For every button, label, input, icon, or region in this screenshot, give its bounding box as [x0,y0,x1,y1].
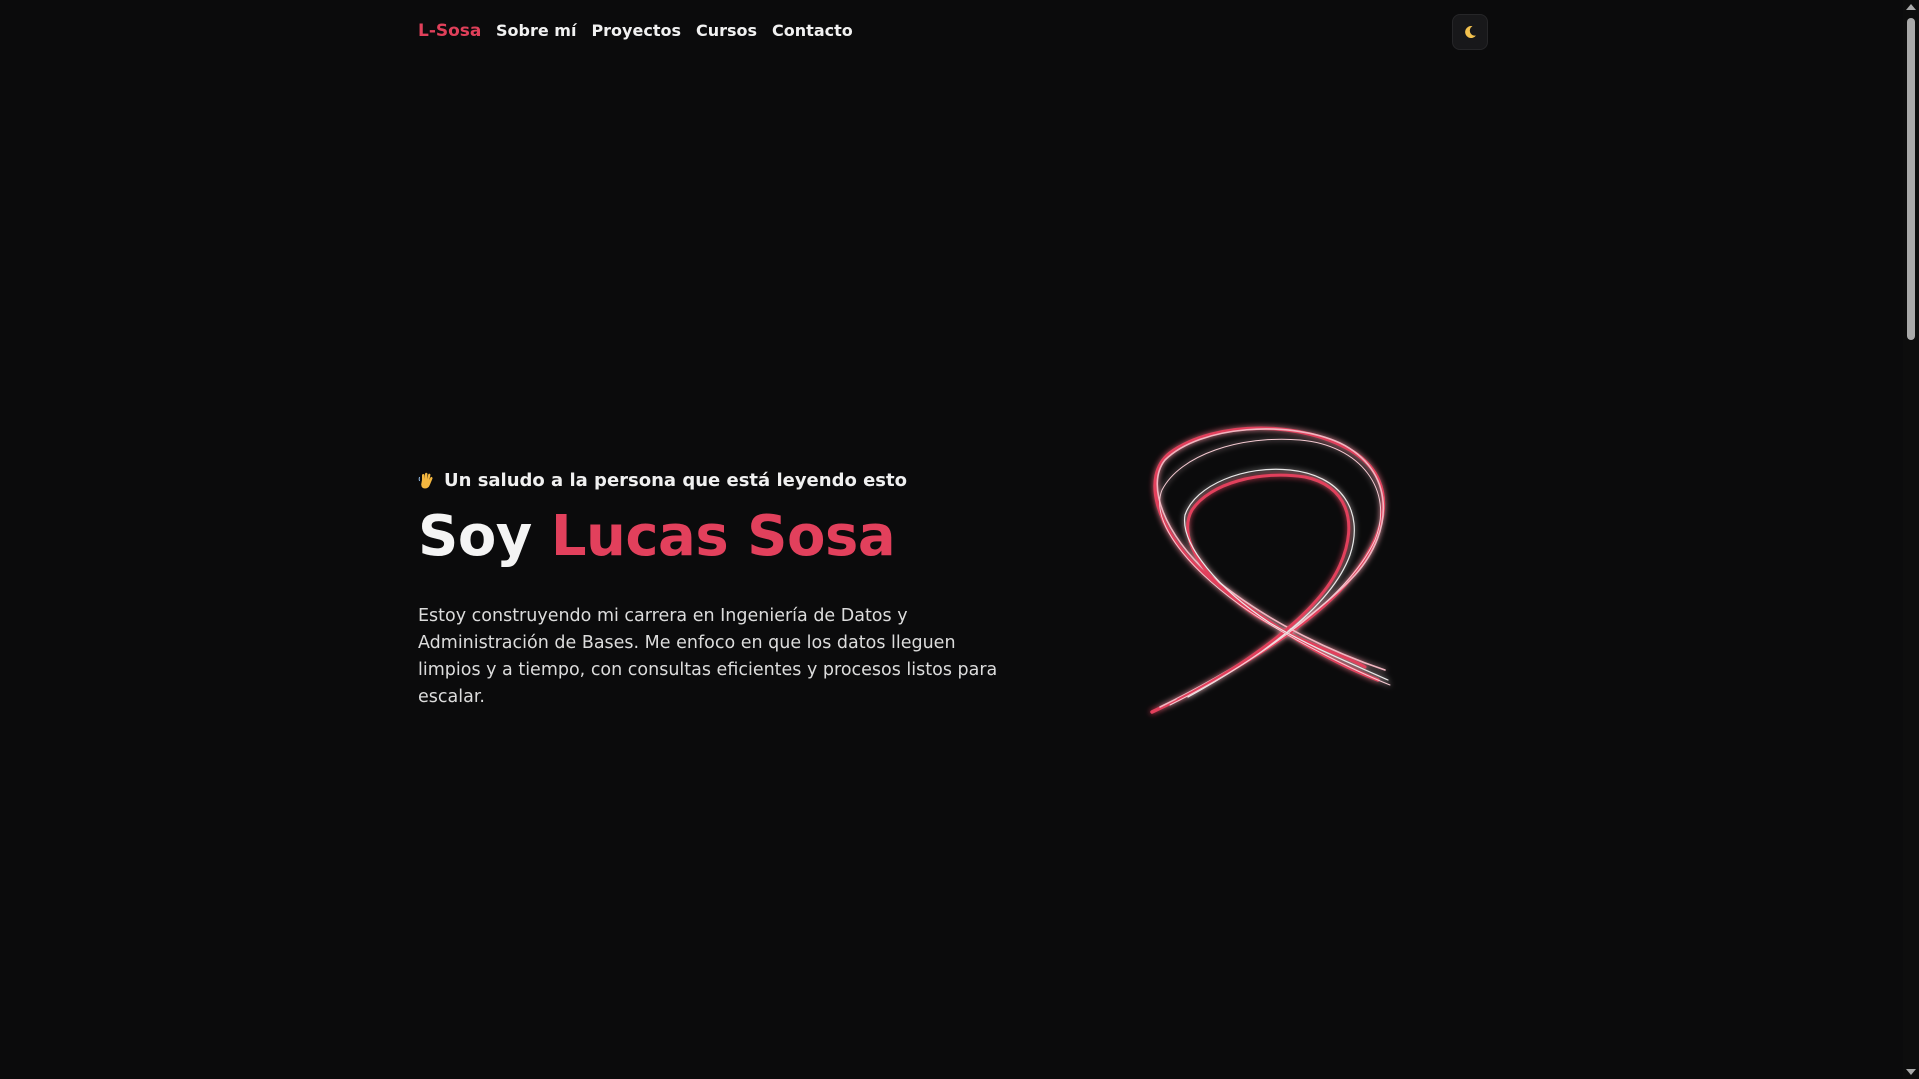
theme-toggle-button[interactable] [1452,14,1488,50]
scrollbar-thumb[interactable] [1907,18,1915,340]
page-scrollbar[interactable] [1903,0,1919,1079]
brand-logo-link[interactable]: L-Sosa [418,21,481,41]
top-navbar: L-Sosa Sobre mí Proyectos Cursos Contact… [418,0,1488,64]
hero-title: Soy Lucas Sosa [418,509,1018,565]
nav-link-proyectos[interactable]: Proyectos [591,21,681,40]
awareness-ribbon-icon [1150,426,1391,714]
scroll-down-arrow-icon[interactable] [1906,1069,1916,1075]
hero-description: Estoy construyendo mi carrera en Ingenie… [418,605,998,707]
title-prefix: Soy [418,504,532,569]
waving-hand-icon [418,472,433,488]
nav-link-cursos[interactable]: Cursos [696,21,757,40]
moon-icon [1465,26,1476,39]
nav-links: Sobre mí Proyectos Cursos Contacto [496,21,853,40]
nav-link-sobre-mi[interactable]: Sobre mí [496,21,576,40]
greeting-text: Un saludo a la persona que está leyendo … [444,470,907,491]
hero-section: Un saludo a la persona que está leyendo … [418,470,1018,728]
nav-link-contacto[interactable]: Contacto [772,21,853,40]
scroll-up-arrow-icon[interactable] [1906,4,1916,10]
greeting: Un saludo a la persona que está leyendo … [418,470,1018,491]
title-name: Lucas Sosa [550,504,896,569]
page: L-Sosa Sobre mí Proyectos Cursos Contact… [0,0,1919,1079]
